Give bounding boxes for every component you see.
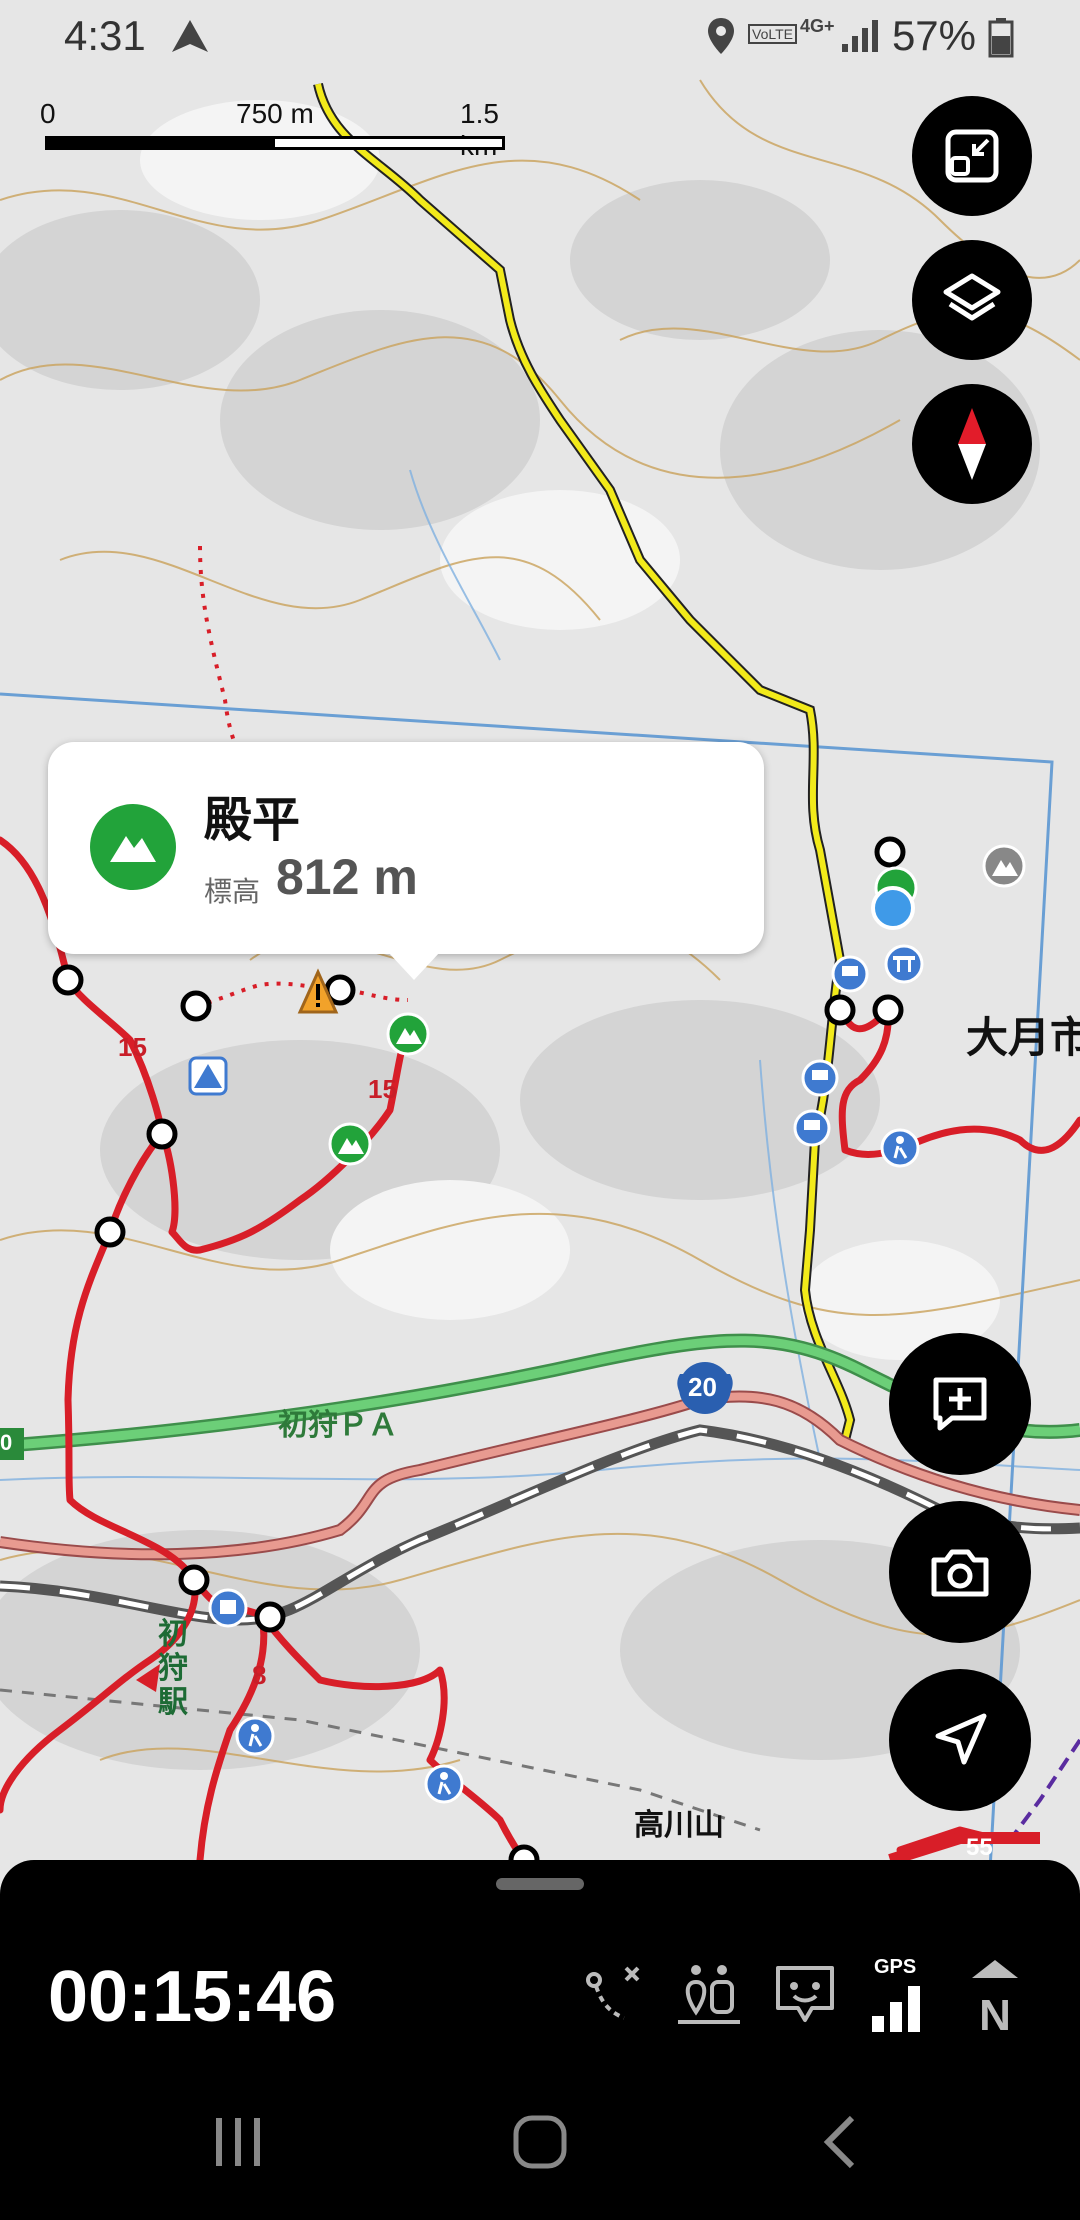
camera-icon xyxy=(931,1549,989,1597)
station-label: 初狩駅 xyxy=(158,1617,188,1720)
status-bar: 4:31 VoLTE 4G+ 57% xyxy=(0,0,1080,72)
scale-end: 1.5 km xyxy=(460,98,499,161)
north-label: N xyxy=(979,1991,1011,2036)
network-type: 4G+ xyxy=(800,16,835,36)
scale-mid: 750 m xyxy=(236,98,314,129)
navigate-button[interactable] xyxy=(889,1669,1031,1811)
layers-icon xyxy=(943,273,1001,321)
back-icon[interactable] xyxy=(812,2112,872,2172)
fullscreen-exit-icon xyxy=(945,129,999,183)
route-20-shield-label: 20 xyxy=(688,1372,717,1402)
add-note-icon xyxy=(933,1377,987,1431)
mountain-icon xyxy=(90,804,176,890)
compass-icon xyxy=(958,408,986,480)
home-icon[interactable] xyxy=(510,2112,570,2172)
route-off-icon[interactable] xyxy=(580,1960,650,2030)
sheet-drag-handle[interactable] xyxy=(496,1878,584,1890)
battery-percent: 57% xyxy=(891,12,976,59)
battery-icon xyxy=(988,18,1014,58)
city-label: 大月市 xyxy=(966,1013,1080,1062)
scale-bar: 0 750 m 1.5 km xyxy=(40,98,510,161)
route-55-label: 55 xyxy=(966,1834,993,1861)
chat-face-icon[interactable] xyxy=(770,1960,840,2030)
scale-bar-graphic xyxy=(45,136,505,150)
layers-button[interactable] xyxy=(912,240,1032,360)
waypoints-icon[interactable] xyxy=(674,1960,744,2030)
edge-number-label: 0 xyxy=(0,1430,13,1455)
navigation-status-icon xyxy=(172,20,208,52)
north-up-icon[interactable]: N xyxy=(960,1956,1030,2036)
recent-apps-icon[interactable] xyxy=(208,2112,268,2172)
navigate-icon xyxy=(935,1713,987,1765)
mountain-label: 高川山 xyxy=(634,1808,724,1843)
fullscreen-exit-button[interactable] xyxy=(912,96,1032,216)
location-status-icon xyxy=(708,18,734,54)
gps-signal-icon xyxy=(872,1986,920,2032)
route-8-label: 8 xyxy=(252,1660,267,1690)
elevation-value: 812 m xyxy=(276,849,418,905)
route-15-label-b: 15 xyxy=(368,1074,397,1104)
compass-button[interactable] xyxy=(912,384,1032,504)
camera-button[interactable] xyxy=(889,1501,1031,1643)
volte-indicator: VoLTE xyxy=(748,24,797,44)
peak-info-popup[interactable]: 殿平 標高 812 m xyxy=(48,742,764,980)
status-time: 4:31 xyxy=(64,12,146,59)
gps-label: GPS xyxy=(874,1956,917,1978)
signal-icon xyxy=(842,20,878,52)
elevation-label: 標高 xyxy=(204,875,261,908)
route-15-label-a: 15 xyxy=(118,1032,147,1062)
add-note-button[interactable] xyxy=(889,1333,1031,1475)
elapsed-timer: 00:15:46 xyxy=(48,1957,337,2037)
pa-label: 初狩ＰＡ xyxy=(278,1408,398,1443)
scale-start: 0 xyxy=(40,98,56,129)
peak-name: 殿平 xyxy=(204,792,301,848)
